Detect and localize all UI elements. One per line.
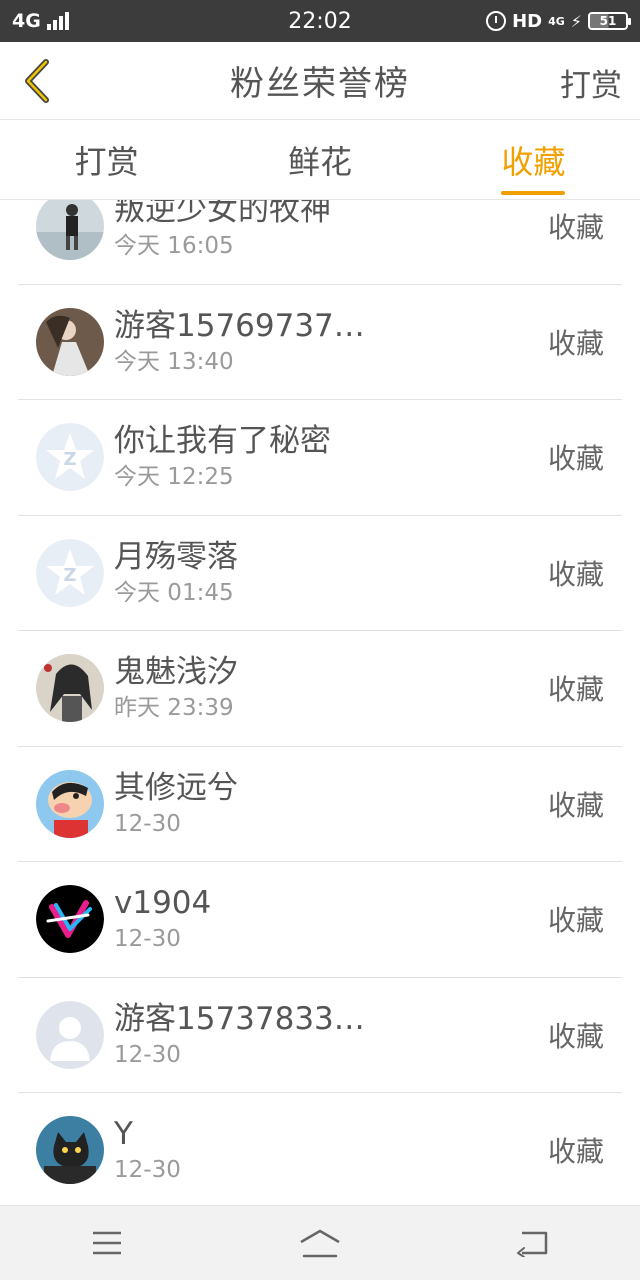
row-time: 今天 12:25 — [114, 464, 234, 491]
cat-avatar — [36, 1116, 104, 1185]
row-action-label: 收藏 — [547, 326, 604, 360]
return-button[interactable] — [493, 1213, 573, 1273]
row-name: 游客15769737… — [114, 307, 365, 344]
battery-level: 51 — [599, 14, 617, 28]
row-action-label: 收藏 — [547, 1135, 604, 1169]
network-small-label: 4G — [548, 14, 565, 28]
tab-reward[interactable]: 打赏 — [0, 120, 213, 199]
row-name: 游客15737833… — [114, 1000, 365, 1037]
hd-label: HD — [512, 10, 543, 32]
row-time: 今天 13:40 — [114, 348, 234, 375]
row-time: 昨天 23:39 — [114, 695, 234, 722]
row-name: 鬼魅浅汐 — [114, 654, 238, 691]
charging-icon: ⚡ — [570, 11, 582, 31]
page-title: 粉丝荣誉榜 — [230, 64, 410, 104]
list-item[interactable]: Z 你让我有了秘密 今天 12:25 收藏 — [18, 400, 622, 516]
row-action-label: 收藏 — [547, 1019, 604, 1053]
row-action-label: 收藏 — [547, 904, 604, 938]
row-time: 12-30 — [114, 926, 181, 953]
list-item[interactable]: 其修远兮 12-30 收藏 — [18, 747, 622, 862]
list-item[interactable]: 游客15737833… 12-30 收藏 — [18, 978, 622, 1093]
status-right: HD 4G ⚡ 51 — [486, 10, 631, 32]
row-name: 其修远兮 — [114, 769, 238, 806]
row-time: 今天 01:45 — [114, 579, 234, 606]
list-item[interactable]: v1904 12-30 收藏 — [18, 862, 622, 978]
default-star-avatar: Z — [36, 423, 104, 492]
row-action-label: 收藏 — [547, 557, 604, 591]
system-nav-bar — [0, 1205, 640, 1280]
list-item[interactable]: Z 月殇零落 今天 01:45 收藏 — [18, 516, 622, 631]
back-button[interactable] — [14, 56, 60, 106]
alarm-icon — [486, 11, 507, 31]
v-logo-avatar — [36, 885, 104, 954]
row-action-label: 收藏 — [547, 788, 604, 822]
row-name: 叛逆少女的牧神 — [114, 200, 331, 229]
menu-icon — [92, 1231, 121, 1255]
list-item[interactable]: 鬼魅浅汐 昨天 23:39 收藏 — [18, 631, 622, 747]
row-time: 12-30 — [114, 810, 181, 837]
default-star-avatar: Z — [36, 538, 104, 607]
fan-list-content: 叛逆少女的牧神 今天 16:05 收藏 游客15769737… 今天 13:40… — [0, 200, 640, 1205]
fan-list[interactable]: 叛逆少女的牧神 今天 16:05 收藏 游客15769737… 今天 13:40… — [0, 200, 640, 1205]
battery-icon: 51 — [588, 12, 631, 30]
tab-favorites[interactable]: 收藏 — [427, 120, 640, 199]
row-action-label: 收藏 — [547, 442, 604, 476]
list-item[interactable]: 叛逆少女的牧神 今天 16:05 收藏 — [18, 200, 622, 285]
tab-bar: 打赏 鲜花 收藏 — [0, 120, 640, 200]
row-time: 12-30 — [114, 1157, 181, 1184]
signal-icon — [46, 12, 69, 30]
chevron-left-icon — [25, 59, 49, 103]
row-action-label: 收藏 — [547, 673, 604, 707]
status-bar: 4G 22:02 HD 4G ⚡ 51 — [0, 0, 640, 42]
menu-button[interactable] — [67, 1213, 147, 1273]
return-icon — [517, 1231, 548, 1257]
row-time: 12-30 — [114, 1041, 181, 1068]
photo-avatar — [36, 307, 104, 376]
home-icon — [300, 1229, 340, 1258]
row-name: 月殇零落 — [114, 538, 238, 575]
home-button[interactable] — [280, 1213, 360, 1273]
svg-text:Z: Z — [63, 565, 76, 586]
header: 粉丝荣誉榜 打赏 — [0, 42, 640, 120]
anime-avatar — [36, 654, 104, 723]
list-item[interactable]: 游客15769737… 今天 13:40 收藏 — [18, 285, 622, 400]
photo-avatar — [36, 200, 104, 261]
row-action-label: 收藏 — [547, 211, 604, 245]
reward-button[interactable]: 打赏 — [560, 60, 622, 105]
list-item[interactable]: Y 12-30 收藏 — [18, 1093, 622, 1205]
cartoon-avatar — [36, 769, 104, 838]
row-name: 你让我有了秘密 — [114, 423, 331, 460]
tab-flowers[interactable]: 鲜花 — [213, 120, 426, 199]
default-person-avatar — [36, 1000, 104, 1069]
svg-text:Z: Z — [63, 449, 76, 470]
row-name: v1904 — [114, 885, 212, 922]
network-label: 4G — [12, 10, 41, 32]
row-time: 今天 16:05 — [114, 233, 234, 260]
status-left: 4G — [12, 10, 69, 32]
row-name: Y — [114, 1116, 133, 1153]
